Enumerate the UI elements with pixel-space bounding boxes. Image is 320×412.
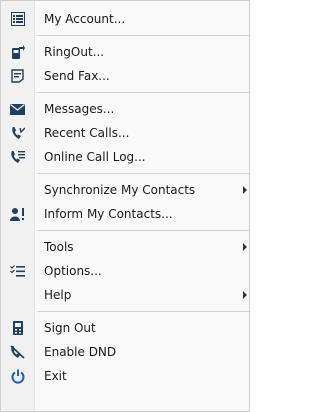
call-log-icon	[1, 145, 34, 169]
account-card-icon	[1, 7, 34, 31]
menu-item-label: Tools	[44, 240, 74, 254]
menu-item-label: Sign Out	[44, 321, 96, 335]
menu-item-tools[interactable]: Tools	[1, 235, 249, 259]
menu-separator	[37, 92, 249, 93]
ringout-phone-icon	[1, 40, 34, 64]
menu-item-my-account[interactable]: My Account...	[1, 7, 249, 31]
menu-separator	[37, 173, 249, 174]
submenu-arrow-icon	[243, 291, 247, 299]
menu-item-recent-calls[interactable]: Recent Calls...	[1, 121, 249, 145]
menu-item-ringout[interactable]: RingOut...	[1, 40, 249, 64]
menu-item-messages[interactable]: Messages...	[1, 97, 249, 121]
menu-item-label: My Account...	[44, 12, 126, 26]
sign-out-icon	[1, 316, 34, 340]
submenu-arrow-icon	[243, 186, 247, 194]
menu-item-options[interactable]: Options...	[1, 259, 249, 283]
menu-item-enable-dnd[interactable]: Enable DND	[1, 340, 249, 364]
menu-item-label: Help	[44, 288, 72, 302]
dnd-icon	[1, 340, 34, 364]
menu-item-label: Exit	[44, 369, 67, 383]
fax-icon	[1, 64, 34, 88]
menu-item-inform-contacts[interactable]: Inform My Contacts...	[1, 202, 249, 226]
menu-item-label: RingOut...	[44, 45, 105, 59]
menu-item-send-fax[interactable]: Send Fax...	[1, 64, 249, 88]
menu-item-online-call-log[interactable]: Online Call Log...	[1, 145, 249, 169]
power-icon	[1, 364, 34, 388]
menu-item-label: Send Fax...	[44, 69, 110, 83]
menu-item-sign-out[interactable]: Sign Out	[1, 316, 249, 340]
menu-item-label: Online Call Log...	[44, 150, 146, 164]
menu-item-label: Options...	[44, 264, 102, 278]
menu-separator	[37, 35, 249, 36]
menu-item-synchronize-contacts[interactable]: Synchronize My Contacts	[1, 178, 249, 202]
envelope-icon	[1, 97, 34, 121]
menu-separator	[37, 230, 249, 231]
submenu-arrow-icon	[243, 243, 247, 251]
menu-item-label: Enable DND	[44, 345, 117, 359]
menu-item-label: Inform My Contacts...	[44, 207, 173, 221]
menu-item-label: Recent Calls...	[44, 126, 130, 140]
menu-item-exit[interactable]: Exit	[1, 364, 249, 388]
options-icon	[1, 259, 34, 283]
menu-item-help[interactable]: Help	[1, 283, 249, 307]
menu-separator	[37, 311, 249, 312]
menu-item-label: Synchronize My Contacts	[44, 183, 196, 197]
inform-contacts-icon	[1, 202, 34, 226]
menu-item-label: Messages...	[44, 102, 115, 116]
context-menu: My Account... RingOut... Send Fax... Mes…	[0, 0, 250, 412]
recent-calls-icon	[1, 121, 34, 145]
